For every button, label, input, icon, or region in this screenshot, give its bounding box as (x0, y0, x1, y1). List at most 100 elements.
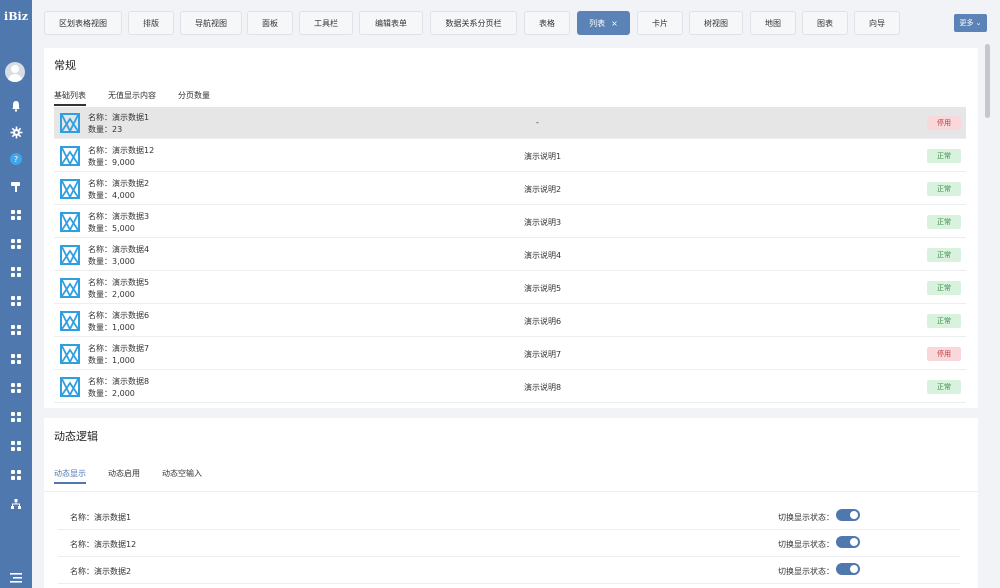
item-description: 演示说明7 (524, 350, 562, 359)
item-name: 名称：演示数据4 (88, 245, 150, 254)
grid-icon[interactable] (8, 351, 24, 367)
status-badge: 正常 (927, 215, 961, 229)
tab-zone-grid[interactable]: 区划表格视图 (44, 11, 122, 35)
tab-panel[interactable]: 面板 (247, 11, 293, 35)
close-icon[interactable]: × (611, 19, 618, 28)
item-quantity: 数量：5,000 (88, 224, 135, 233)
item-description: 演示说明8 (524, 383, 562, 392)
list-item[interactable]: 名称：演示数据4 数量：3,000 演示说明4 正常 (54, 239, 966, 271)
tab-edit-form[interactable]: 编辑表单 (359, 11, 423, 35)
list-item[interactable]: 名称：演示数据7 数量：1,000 演示说明7 停用 (54, 338, 966, 370)
toggle-label: 切换显示状态： (778, 540, 834, 549)
more-tabs-button[interactable]: 更多 ⌄ (954, 14, 987, 32)
status-badge: 正常 (927, 182, 961, 196)
item-name: 名称：演示数据12 (70, 540, 137, 549)
grid-icon[interactable] (8, 207, 24, 223)
item-quantity: 数量：4,000 (88, 191, 135, 200)
item-description: 演示说明6 (524, 317, 562, 326)
tab-label: 区划表格视图 (59, 18, 107, 28)
item-description: - (536, 118, 539, 127)
list-item[interactable]: 名称：演示数据12 数量：9,000 演示说明1 正常 (54, 140, 966, 172)
tab-label: 编辑表单 (375, 18, 407, 28)
tab-layout[interactable]: 排版 (128, 11, 174, 35)
status-badge: 正常 (927, 281, 961, 295)
sitemap-icon[interactable] (8, 496, 24, 512)
section-title: 动态逻辑 (54, 430, 98, 443)
item-description: 演示说明5 (524, 284, 562, 293)
toggle-label: 切换显示状态： (778, 567, 834, 576)
paint-roller-icon[interactable] (8, 179, 24, 195)
tab-tree-view[interactable]: 树视图 (689, 11, 743, 35)
grid-icon[interactable] (8, 293, 24, 309)
grid-icon[interactable] (8, 380, 24, 396)
subtab-dynamic-empty-input[interactable]: 动态空输入 (162, 468, 202, 484)
item-name: 名称：演示数据6 (88, 311, 150, 320)
item-thumbnail-icon (60, 113, 80, 134)
tab-wizard[interactable]: 向导 (854, 11, 900, 35)
status-badge: 正常 (927, 248, 961, 262)
grid-icon[interactable] (8, 322, 24, 338)
tab-label: 工具栏 (314, 18, 338, 28)
subtab-dynamic-enable[interactable]: 动态启用 (108, 468, 140, 484)
svg-text:?: ? (14, 155, 18, 164)
tab-relation-pager[interactable]: 数据关系分页栏 (430, 11, 517, 35)
item-description: 演示说明3 (524, 218, 562, 227)
list-item[interactable]: 名称：演示数据2 数量：4,000 演示说明2 正常 (54, 173, 966, 205)
item-thumbnail-icon (60, 344, 80, 365)
tab-label: 向导 (869, 18, 885, 28)
item-quantity: 数量：2,000 (88, 290, 135, 299)
dynamic-logic-panel: 动态逻辑 动态显示 动态启用 动态空输入 名称：演示数据1 切换显示状态： 名称：演… (44, 418, 978, 588)
tab-chart[interactable]: 图表 (802, 11, 848, 35)
tab-table[interactable]: 表格 (524, 11, 570, 35)
bell-icon[interactable] (8, 98, 24, 114)
list-item[interactable]: 名称：演示数据5 数量：2,000 演示说明5 正常 (54, 272, 966, 304)
status-badge: 正常 (927, 149, 961, 163)
tab-nav-view[interactable]: 导航视图 (180, 11, 242, 35)
status-badge: 停用 (927, 116, 961, 130)
grid-icon[interactable] (8, 438, 24, 454)
list-item[interactable]: 名称：演示数据1 数量：23 - 停用 (54, 107, 966, 139)
divider (44, 491, 978, 492)
tab-label: 地图 (765, 18, 781, 28)
tab-list[interactable]: 列表 × (577, 11, 630, 35)
user-avatar[interactable] (5, 62, 25, 82)
display-toggle[interactable] (836, 509, 860, 521)
item-name: 名称：演示数据1 (88, 113, 150, 122)
item-name: 名称：演示数据1 (70, 513, 132, 522)
tab-bar: 区划表格视图 排版 导航视图 面板 工具栏 编辑表单 数据关系分页栏 表格 列表… (32, 0, 1000, 44)
item-quantity: 数量：2,000 (88, 389, 135, 398)
display-toggle[interactable] (836, 536, 860, 548)
app-logo: iBiz (4, 10, 28, 23)
subtab-dynamic-show[interactable]: 动态显示 (54, 468, 86, 484)
list-item[interactable]: 名称：演示数据8 数量：2,000 演示说明8 正常 (54, 371, 966, 403)
item-name: 名称：演示数据5 (88, 278, 150, 287)
subtab-bar: 动态显示 动态启用 动态空输入 (54, 468, 224, 490)
scrollbar[interactable] (985, 44, 990, 118)
menu-collapse-icon[interactable] (8, 570, 24, 586)
list-item[interactable]: 名称：演示数据6 数量：1,000 演示说明6 正常 (54, 305, 966, 337)
subtab-basic-list[interactable]: 基础列表 (54, 90, 86, 106)
help-icon[interactable]: ? (8, 151, 24, 167)
item-quantity: 数量：1,000 (88, 356, 135, 365)
subtab-empty-content[interactable]: 无值显示内容 (108, 90, 156, 106)
list-item[interactable]: 名称：演示数据3 数量：5,000 演示说明3 正常 (54, 206, 966, 238)
list-item: 名称：演示数据1 切换显示状态： (58, 502, 960, 530)
grid-icon[interactable] (8, 467, 24, 483)
subtab-page-size[interactable]: 分页数量 (178, 90, 210, 106)
tab-toolbar[interactable]: 工具栏 (299, 11, 353, 35)
grid-icon[interactable] (8, 236, 24, 252)
item-name: 名称：演示数据8 (88, 377, 150, 386)
tab-map[interactable]: 地图 (750, 11, 796, 35)
item-quantity: 数量：3,000 (88, 257, 135, 266)
gear-icon[interactable] (8, 124, 24, 140)
display-toggle[interactable] (836, 563, 860, 575)
item-thumbnail-icon (60, 278, 80, 299)
grid-icon[interactable] (8, 264, 24, 280)
grid-icon[interactable] (8, 409, 24, 425)
item-thumbnail-icon (60, 245, 80, 266)
item-quantity: 数量：1,000 (88, 323, 135, 332)
list-item: 名称：演示数据2 切换显示状态： (58, 556, 960, 584)
status-badge: 停用 (927, 347, 961, 361)
tab-card[interactable]: 卡片 (637, 11, 683, 35)
tab-label: 表格 (539, 18, 555, 28)
